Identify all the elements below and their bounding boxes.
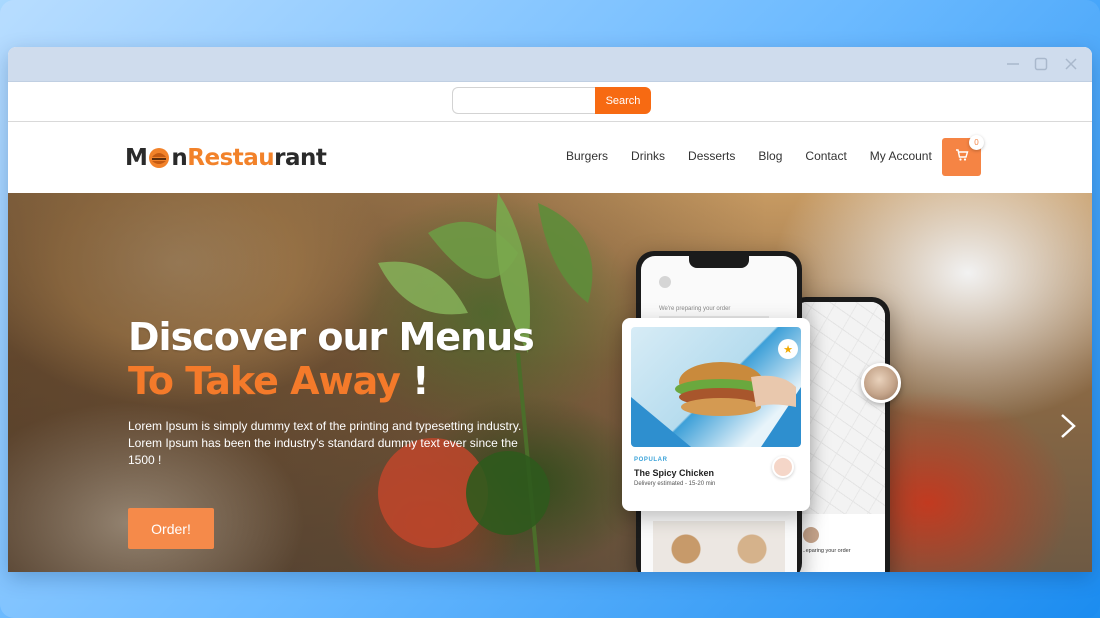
driver-avatar: [803, 527, 819, 543]
hero-title-accent: To Take Away: [128, 359, 401, 403]
food-thumbnails: [653, 521, 785, 572]
phone-notch: [689, 256, 749, 268]
card-title: The Spicy Chicken: [634, 468, 715, 478]
user-avatar: [659, 276, 671, 288]
nav-item-blog[interactable]: Blog: [758, 149, 782, 163]
cart-count-badge: 0: [969, 135, 984, 150]
nav-item-drinks[interactable]: Drinks: [631, 149, 665, 163]
hero-banner: Discover our Menus To Take Away ! Lorem …: [8, 193, 1092, 572]
burger-logo-icon: [148, 147, 170, 169]
cart-icon: [955, 148, 969, 167]
window-titlebar: [8, 47, 1092, 82]
hero-title-line1: Discover our Menus: [128, 315, 535, 359]
chevron-right-icon[interactable]: [1056, 411, 1080, 441]
browser-window: Search M n Restau rant Burgers Drinks De…: [8, 47, 1092, 572]
burger-image: ★: [631, 327, 801, 447]
order-button[interactable]: Order!: [128, 508, 214, 549]
logo-text-m: M: [125, 145, 148, 171]
chef-avatar: [772, 456, 794, 478]
hero-title-line2: To Take Away !: [128, 359, 429, 403]
close-icon[interactable]: [1062, 55, 1080, 73]
popular-item-card: ★ POPULAR The Spicy Chicken Delivery est…: [622, 318, 810, 511]
nav-item-desserts[interactable]: Desserts: [688, 149, 735, 163]
card-subtitle: Delivery estimated - 15-20 min: [634, 481, 716, 487]
nav-item-my-account[interactable]: My Account: [870, 149, 932, 163]
minimize-icon[interactable]: [1004, 55, 1022, 73]
hero-description: Lorem Ipsum is simply dummy text of the …: [128, 419, 522, 467]
logo-text-restau: Restau: [187, 145, 275, 171]
site-header: M n Restau rant Burgers Drinks Desserts: [8, 122, 1092, 193]
courier-avatar: [861, 363, 901, 403]
order-sheet: [793, 514, 885, 572]
nav-item-burgers[interactable]: Burgers: [566, 149, 608, 163]
nav-item-contact[interactable]: Contact: [805, 149, 846, 163]
search-input[interactable]: [452, 87, 597, 114]
logo-text-n: n: [171, 145, 188, 171]
preparing-order-text: We're preparing your order: [659, 306, 731, 312]
search-bar: Search: [8, 82, 1092, 122]
logo-text-rant: rant: [274, 145, 327, 171]
hero-title-exclamation: !: [399, 359, 429, 403]
main-nav: Burgers Drinks Desserts Blog Contact My …: [566, 149, 955, 163]
card-tag: POPULAR: [634, 457, 668, 463]
desktop-background: Search M n Restau rant Burgers Drinks De…: [0, 0, 1100, 618]
site-logo[interactable]: M n Restau rant: [125, 142, 327, 174]
preparing-order-text: ...eparing your order: [801, 548, 851, 554]
maximize-icon[interactable]: [1032, 55, 1050, 73]
search-button[interactable]: Search: [595, 87, 651, 114]
favorite-star-icon[interactable]: ★: [778, 339, 798, 359]
